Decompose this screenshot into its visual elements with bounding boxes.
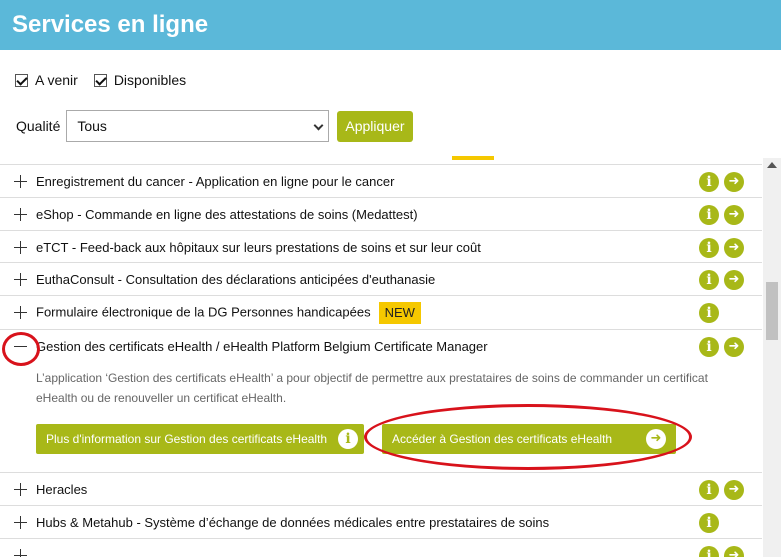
info-icon[interactable]: i (699, 513, 719, 533)
expand-plus-icon[interactable] (14, 273, 27, 286)
quality-label: Qualité (16, 118, 61, 134)
filter-checkboxes: A venir Disponibles (15, 70, 202, 90)
service-row-header[interactable]: Enregistrement du cancer - Application e… (0, 165, 762, 197)
scrollbar-thumb[interactable] (766, 282, 778, 340)
access-service-button[interactable]: Accéder à Gestion des certificats eHealt… (382, 424, 676, 454)
page-header: Services en ligne (0, 0, 781, 50)
service-row: eTCT - Feed-back aux hôpitaux sur leurs … (0, 231, 762, 263)
service-row-header[interactable]: i ➜ (0, 539, 762, 557)
service-title[interactable]: Formulaire électronique de la DG Personn… (36, 302, 421, 324)
arrow-right-icon[interactable]: ➜ (724, 205, 744, 225)
info-icon[interactable]: i (699, 172, 719, 192)
filter-available[interactable]: Disponibles (93, 72, 187, 88)
service-title[interactable]: Hubs & Metahub - Système d’échange de do… (36, 514, 549, 531)
service-description: L’application ‘Gestion des certificats e… (36, 371, 708, 405)
expand-plus-icon[interactable] (14, 306, 27, 319)
more-info-button[interactable]: Plus d'information sur Gestion des certi… (36, 424, 364, 454)
services-list: Enregistrement du cancer - Application e… (0, 164, 762, 557)
arrow-right-icon[interactable]: ➜ (724, 337, 744, 357)
expand-plus-icon[interactable] (14, 208, 27, 221)
upcoming-label: A venir (35, 72, 78, 88)
service-title[interactable]: eShop - Commande en ligne des attestatio… (36, 206, 418, 223)
service-row: Enregistrement du cancer - Application e… (0, 165, 762, 198)
arrow-right-icon[interactable]: ➜ (724, 238, 744, 258)
service-title-text[interactable]: Formulaire électronique de la DG Personn… (36, 304, 371, 319)
service-row-header[interactable]: Gestion des certificats eHealth / eHealt… (0, 330, 762, 362)
chevron-down-icon (313, 120, 324, 131)
service-title[interactable]: Heracles (36, 481, 87, 498)
upcoming-checkbox[interactable] (15, 73, 28, 87)
expand-plus-icon[interactable] (14, 549, 27, 557)
service-row-header[interactable]: EuthaConsult - Consultation des déclarat… (0, 263, 762, 295)
quality-select[interactable]: Tous (66, 110, 330, 142)
service-row-expanded: Gestion des certificats eHealth / eHealt… (0, 330, 762, 473)
service-title[interactable]: eTCT - Feed-back aux hôpitaux sur leurs … (36, 239, 481, 256)
tab-indicator (452, 156, 494, 160)
service-row: Hubs & Metahub - Système d’échange de do… (0, 506, 762, 539)
info-icon[interactable]: i (699, 480, 719, 500)
quality-selected-value: Tous (77, 118, 107, 134)
info-icon[interactable]: i (699, 337, 719, 357)
info-icon: i (338, 429, 358, 449)
service-row: eShop - Commande en ligne des attestatio… (0, 198, 762, 231)
collapse-minus-icon[interactable] (14, 340, 27, 353)
available-label: Disponibles (113, 72, 187, 88)
expand-plus-icon[interactable] (14, 241, 27, 254)
service-title[interactable]: EuthaConsult - Consultation des déclarat… (36, 271, 435, 288)
service-row: Formulaire électronique de la DG Personn… (0, 296, 762, 330)
quality-filter: Qualité Tous Appliquer (16, 110, 413, 142)
scrollbar[interactable] (763, 158, 781, 557)
info-icon[interactable]: i (699, 270, 719, 290)
info-icon[interactable]: i (699, 238, 719, 258)
service-row-header[interactable]: eShop - Commande en ligne des attestatio… (0, 198, 762, 230)
page-title: Services en ligne (12, 11, 209, 38)
expand-plus-icon[interactable] (14, 516, 27, 529)
more-info-label: Plus d'information sur Gestion des certi… (46, 432, 328, 446)
service-title[interactable]: Enregistrement du cancer - Application e… (36, 173, 394, 190)
service-row: Heracles i ➜ (0, 473, 762, 506)
apply-button[interactable]: Appliquer (337, 110, 413, 142)
available-checkbox[interactable] (93, 73, 107, 87)
service-title[interactable]: Gestion des certificats eHealth / eHealt… (36, 338, 488, 355)
arrow-right-icon[interactable]: ➜ (724, 546, 744, 557)
service-row-header[interactable]: Heracles i ➜ (0, 473, 762, 505)
arrow-right-icon[interactable]: ➜ (724, 172, 744, 192)
service-row-header[interactable]: Hubs & Metahub - Système d’échange de do… (0, 506, 762, 538)
service-row-header[interactable]: Formulaire électronique de la DG Personn… (0, 296, 762, 328)
service-row-partial: i ➜ (0, 539, 762, 557)
access-service-label: Accéder à Gestion des certificats eHealt… (392, 432, 613, 446)
expand-plus-icon[interactable] (14, 483, 27, 496)
info-icon[interactable]: i (699, 205, 719, 225)
arrow-right-icon[interactable]: ➜ (724, 270, 744, 290)
arrow-right-icon: ➜ (646, 429, 666, 449)
service-row: EuthaConsult - Consultation des déclarat… (0, 263, 762, 296)
service-row-header[interactable]: eTCT - Feed-back aux hôpitaux sur leurs … (0, 231, 762, 263)
arrow-right-icon[interactable]: ➜ (724, 480, 744, 500)
scroll-up-arrow-icon[interactable] (767, 162, 777, 168)
new-badge: NEW (378, 302, 421, 324)
info-icon[interactable]: i (699, 546, 719, 557)
info-icon[interactable]: i (699, 303, 719, 323)
filter-upcoming[interactable]: A venir (15, 72, 78, 88)
expand-plus-icon[interactable] (14, 175, 27, 188)
